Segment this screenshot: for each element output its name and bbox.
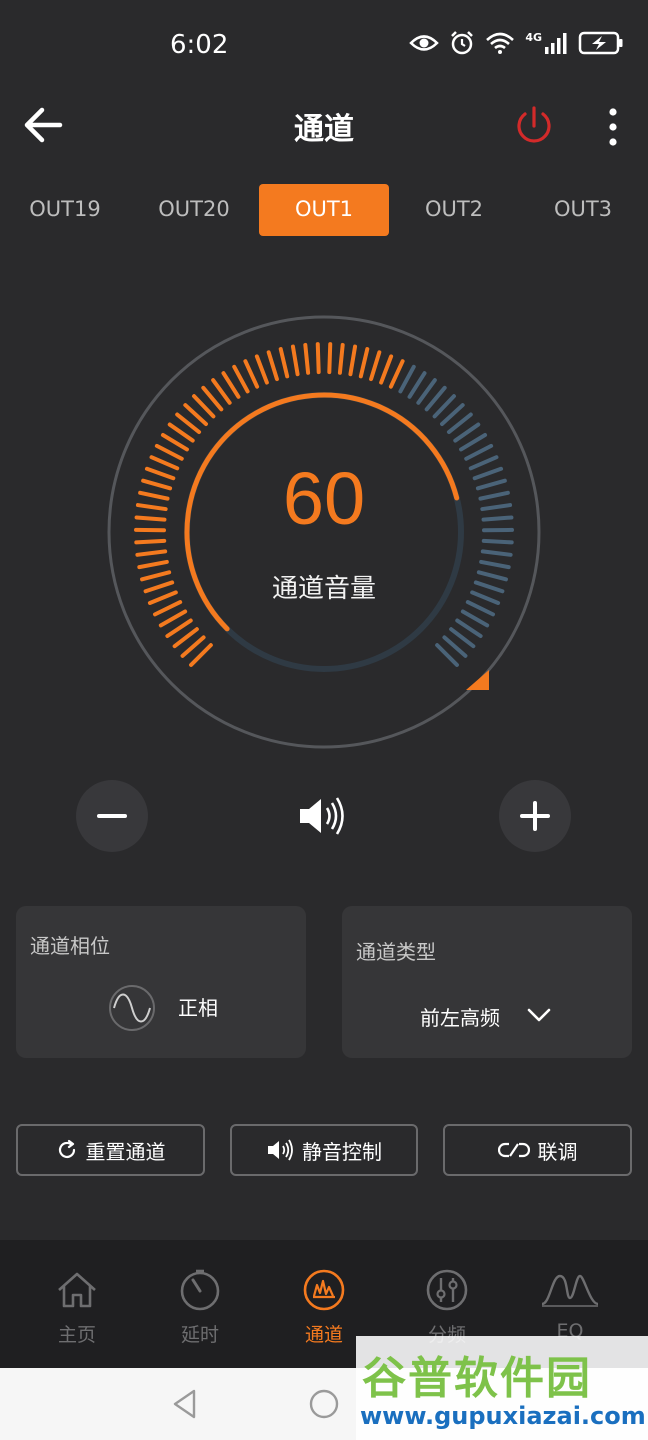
phase-title: 通道相位 — [30, 934, 110, 958]
dial-tick — [278, 347, 290, 379]
dial-tick — [290, 344, 300, 377]
volume-value: 60 — [282, 457, 366, 540]
dial-tick — [479, 559, 511, 570]
status-bar: 6:02 4G — [0, 0, 648, 96]
dial-tick — [243, 359, 260, 389]
dial-tick — [369, 350, 382, 382]
refresh-icon — [58, 1139, 75, 1159]
crossover-icon — [426, 1269, 468, 1311]
dial-tick — [407, 371, 427, 399]
dial-tick — [416, 378, 437, 405]
speaker-icon[interactable] — [296, 794, 346, 838]
dial-tick — [160, 433, 189, 452]
tab-out2[interactable]: OUT2 — [389, 184, 519, 236]
dial-tick — [158, 609, 188, 628]
watermark-url: www.gupuxiazai.com — [360, 1402, 646, 1430]
volume-down-button[interactable] — [76, 780, 148, 852]
tab-out3[interactable]: OUT3 — [518, 184, 648, 236]
battery-charging-icon — [578, 31, 623, 55]
dial-tick — [348, 344, 358, 377]
watermark-title: 谷普软件园 — [362, 1353, 592, 1404]
dial-tick — [303, 342, 311, 375]
minus-icon — [97, 814, 127, 818]
dial-tick — [266, 350, 279, 382]
dial-tick — [358, 347, 370, 379]
status-time: 6:02 — [170, 30, 229, 60]
home-icon — [58, 1272, 96, 1308]
dial-tick — [165, 618, 193, 639]
reset-channel-label: 重置通道 — [85, 1139, 166, 1164]
phase-value: 正相 — [178, 996, 218, 1020]
channel-icon — [303, 1269, 345, 1311]
volume-up-button[interactable] — [499, 780, 571, 852]
channel-type-card[interactable]: 通道类型 前左高频 — [342, 906, 632, 1058]
dial-tick — [254, 354, 269, 385]
tab-out1[interactable]: OUT1 — [259, 184, 389, 236]
dial-tick — [455, 618, 483, 639]
dial-tick — [459, 433, 488, 452]
dial-tick — [481, 538, 514, 545]
channel-type-value: 前左高频 — [420, 1006, 500, 1030]
tab-out19[interactable]: OUT19 — [0, 184, 130, 236]
link-adjust-label: 联调 — [537, 1139, 578, 1164]
plus-icon — [520, 801, 550, 831]
chevron-down-icon[interactable] — [526, 1004, 552, 1026]
dial-tick — [480, 549, 513, 557]
tab-out20[interactable]: OUT20 — [129, 184, 259, 236]
system-back-icon[interactable] — [170, 1388, 200, 1420]
dial-tick — [460, 609, 490, 628]
dial-tick — [134, 538, 167, 545]
volume-label: 通道音量 — [271, 574, 376, 604]
nav-delay[interactable]: 延时 — [135, 1240, 265, 1368]
reset-channel-button[interactable]: 重置通道 — [16, 1124, 205, 1176]
mute-control-button[interactable]: 静音控制 — [230, 1124, 418, 1176]
link-adjust-button[interactable]: 联调 — [443, 1124, 632, 1176]
speaker-small-icon — [268, 1139, 293, 1161]
more-options-icon[interactable] — [598, 106, 628, 148]
timer-icon — [180, 1269, 220, 1311]
nav-home[interactable]: 主页 — [12, 1240, 142, 1368]
phase-card[interactable]: 通道相位 正相 — [16, 906, 306, 1058]
nav-home-label: 主页 — [57, 1324, 96, 1346]
dial-tick — [453, 422, 481, 443]
dial-tick — [211, 378, 232, 405]
alarm-icon — [451, 31, 474, 55]
dial-tick — [398, 364, 416, 394]
network-type: 4G — [525, 30, 542, 44]
dial-tick — [327, 342, 333, 375]
mute-control-label: 静音控制 — [302, 1139, 382, 1164]
dial-tick — [221, 371, 241, 399]
channel-tabs: OUT19 OUT20 OUT1 OUT2 OUT3 — [0, 184, 648, 236]
dial-tick — [135, 549, 168, 557]
dial-tick — [337, 342, 345, 375]
dial-tick — [137, 559, 169, 570]
eq-curve-icon — [541, 1274, 599, 1307]
channel-type-title: 通道类型 — [356, 940, 436, 964]
system-home-icon[interactable] — [308, 1388, 340, 1420]
link-icon — [497, 1142, 530, 1158]
dial-tick — [379, 354, 394, 385]
dial-tick — [388, 359, 405, 389]
dial-tick — [232, 364, 250, 394]
wifi-icon — [486, 32, 515, 54]
sine-wave-icon — [109, 985, 155, 1031]
power-icon[interactable] — [512, 104, 556, 148]
status-icons: 4G — [409, 30, 624, 56]
dial-tick — [315, 342, 321, 375]
signal-icon — [545, 33, 567, 54]
watermark: 谷普软件园 www.gupuxiazai.com — [356, 1336, 648, 1440]
eye-icon — [409, 35, 440, 51]
nav-delay-label: 延时 — [180, 1324, 219, 1346]
dial-tick — [167, 422, 195, 443]
